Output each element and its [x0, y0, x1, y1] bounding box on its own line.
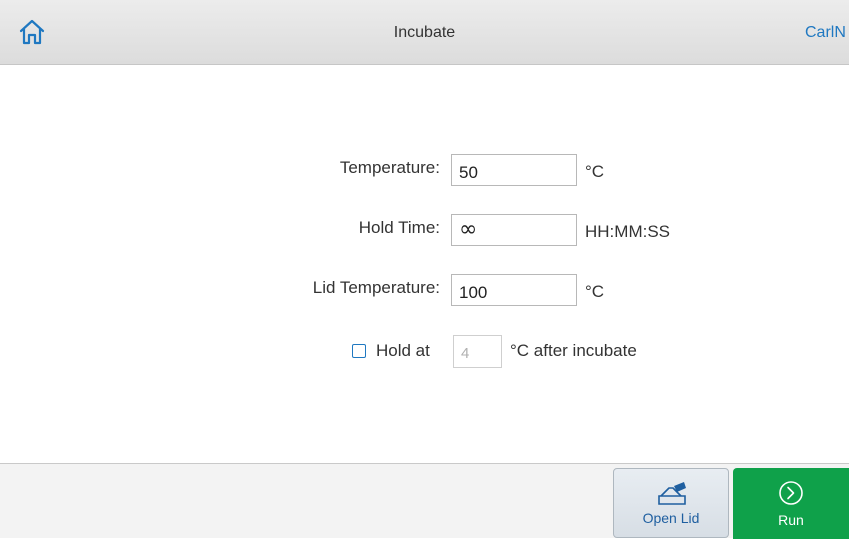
hold-at-checkbox[interactable]	[352, 344, 366, 358]
open-lid-icon	[658, 482, 686, 505]
hold-time-input[interactable]: ∞	[451, 214, 577, 246]
page-title: Incubate	[393, 24, 456, 41]
footer-bar: Open Lid Run	[0, 463, 849, 539]
lid-temperature-label: Lid Temperature:	[312, 278, 440, 297]
user-name[interactable]: CarlN	[805, 24, 849, 42]
hold-time-label: Hold Time:	[358, 218, 440, 237]
temperature-label: Temperature:	[339, 158, 440, 177]
run-button[interactable]: Run	[733, 468, 849, 539]
open-lid-button[interactable]: Open Lid	[613, 468, 729, 538]
hold-at-input[interactable]	[453, 335, 502, 368]
open-lid-label: Open Lid	[642, 510, 700, 526]
lid-temperature-unit: °C	[585, 282, 605, 301]
hold-at-label: Hold at	[376, 341, 430, 360]
hold-at-row: Hold at °C after incubate	[0, 335, 849, 369]
run-icon	[779, 481, 803, 505]
lid-temperature-input[interactable]	[451, 274, 577, 306]
hold-time-row: Hold Time: ∞ HH:MM:SS	[0, 214, 849, 248]
incubate-form: Temperature: °C Hold Time: ∞ HH:MM:SS Li…	[0, 65, 849, 463]
run-label: Run	[778, 512, 804, 528]
temperature-unit: °C	[585, 162, 605, 181]
temperature-input[interactable]	[451, 154, 577, 186]
hold-time-value: ∞	[459, 217, 478, 242]
hold-at-suffix: °C after incubate	[510, 341, 637, 360]
hold-time-unit: HH:MM:SS	[585, 222, 670, 241]
header-bar: Incubate CarlN	[0, 0, 849, 65]
temperature-row: Temperature: °C	[0, 154, 849, 188]
lid-temperature-row: Lid Temperature: °C	[0, 274, 849, 308]
